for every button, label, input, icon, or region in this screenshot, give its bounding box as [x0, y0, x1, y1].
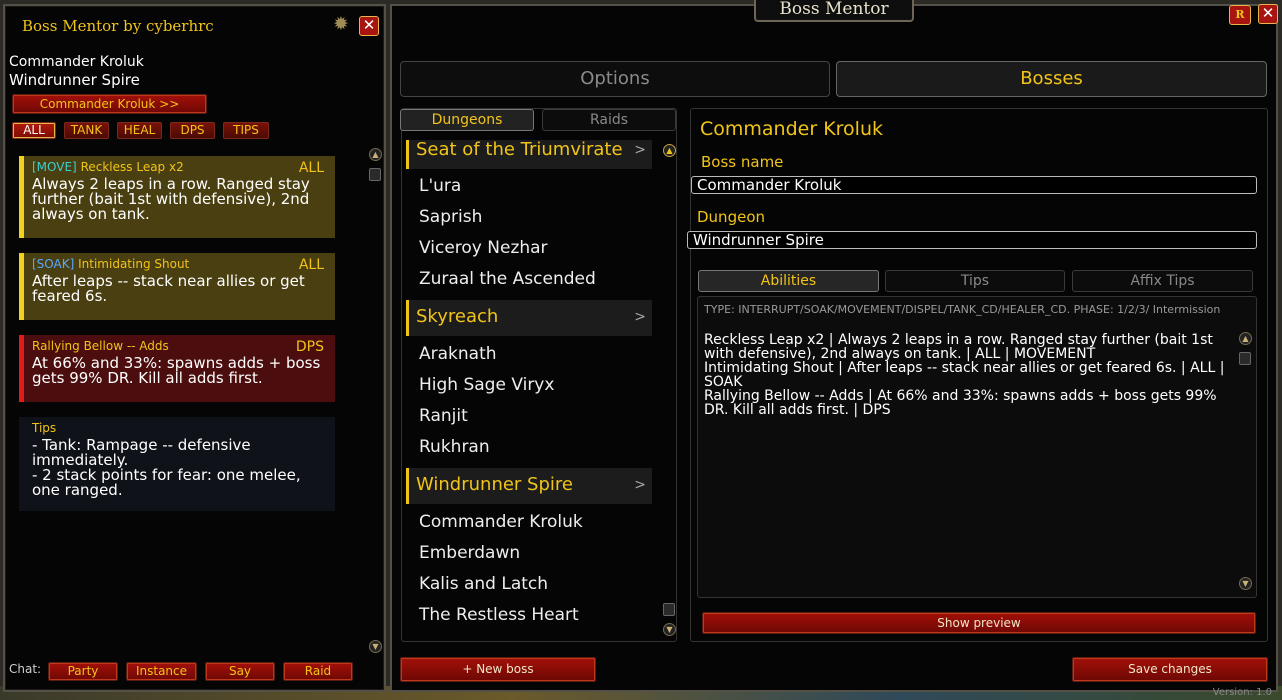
card-body: At 66% and 33%: spawns adds + boss gets … — [32, 354, 321, 387]
ability-line: Reckless Leap x2 | Always 2 leaps in a r… — [704, 332, 1213, 362]
card-audience: ALL — [298, 257, 324, 273]
scroll-up-icon[interactable]: ▲ — [1239, 332, 1252, 345]
ability-card: Rallying Bellow -- Adds DPS At 66% and 3… — [19, 335, 335, 402]
boss-list-item[interactable]: The Restless Heart — [419, 605, 579, 625]
card-name: Intimidating Shout — [78, 257, 190, 271]
group-header[interactable]: Seat of the Triumvirate > — [406, 140, 652, 169]
card-audience: DPS — [295, 339, 324, 355]
boss-name-label: Boss name — [701, 153, 784, 171]
current-boss: Commander Kroluk — [9, 54, 144, 70]
filter-tank[interactable]: TANK — [64, 122, 109, 139]
chat-party-button[interactable]: Party — [48, 662, 118, 681]
gear-icon[interactable]: ✹ — [330, 13, 352, 35]
boss-name-field[interactable]: Commander Kroluk — [691, 176, 1257, 194]
chat-label: Chat: — [9, 662, 42, 676]
chevron-right-icon: > — [634, 309, 646, 325]
version-label: Version: 1.0 — [1212, 687, 1272, 698]
boss-select-button[interactable]: Commander Kroluk >> — [12, 94, 207, 114]
dungeon-label: Dungeon — [697, 208, 765, 226]
card-body: Always 2 leaps in a row. Ranged stay fur… — [32, 175, 310, 223]
mentor-title: Boss Mentor by cyberhrc — [22, 17, 214, 35]
reload-button[interactable]: R — [1229, 5, 1251, 25]
close-mentor-button[interactable]: ✕ — [359, 16, 379, 36]
card-audience: ALL — [298, 160, 324, 176]
tips-card: Tips - Tank: Rampage -- defensive immedi… — [19, 417, 335, 511]
dungeon-field[interactable]: Windrunner Spire — [687, 231, 1257, 249]
boss-list-item[interactable]: Zuraal the Ascended — [419, 269, 596, 289]
card-tag: [MOVE] — [32, 160, 77, 174]
card-body: - Tank: Rampage -- defensive immediately… — [32, 436, 301, 499]
group-header[interactable]: Skyreach > — [406, 300, 652, 336]
tab-options[interactable]: Options — [400, 61, 830, 97]
boss-list-item[interactable]: High Sage Viryx — [419, 375, 554, 395]
tab-tips[interactable]: Tips — [885, 270, 1065, 292]
group-header[interactable]: Windrunner Spire > — [406, 468, 652, 504]
boss-list-item[interactable]: L'ura — [419, 176, 461, 196]
close-main-button[interactable]: ✕ — [1258, 4, 1278, 24]
card-name: Tips — [32, 421, 57, 435]
chat-instance-button[interactable]: Instance — [126, 662, 197, 681]
new-boss-button[interactable]: + New boss — [400, 657, 596, 682]
abilities-text[interactable]: Reckless Leap x2 | Always 2 leaps in a r… — [704, 333, 1234, 417]
card-body: After leaps -- stack near allies or get … — [32, 272, 305, 305]
tab-affix-tips[interactable]: Affix Tips — [1072, 270, 1253, 292]
filter-all[interactable]: ALL — [12, 122, 56, 139]
tab-bosses[interactable]: Bosses — [836, 61, 1267, 97]
boss-list: Seat of the Triumvirate > L'ura Saprish V… — [401, 140, 661, 640]
group-name: Skyreach — [416, 306, 499, 327]
ability-line: Rallying Bellow -- Adds | At 66% and 33%… — [704, 388, 1217, 418]
boss-list-item[interactable]: Viceroy Nezhar — [419, 238, 548, 258]
filter-dps[interactable]: DPS — [170, 122, 215, 139]
main-header: Boss Mentor — [754, 0, 914, 22]
chat-say-button[interactable]: Say — [205, 662, 275, 681]
filter-heal[interactable]: HEAL — [117, 122, 162, 139]
detail-title: Commander Kroluk — [700, 118, 883, 140]
boss-list-item[interactable]: Commander Kroluk — [419, 512, 583, 532]
scrollbar-thumb[interactable] — [369, 168, 381, 181]
scrollbar-thumb[interactable] — [663, 603, 675, 616]
card-name: Rallying Bellow -- Adds — [32, 339, 169, 353]
ability-line: Intimidating Shout | After leaps -- stac… — [704, 360, 1225, 390]
boss-list-item[interactable]: Ranjit — [419, 406, 468, 426]
current-dungeon: Windrunner Spire — [9, 71, 140, 89]
filter-tips[interactable]: TIPS — [223, 122, 269, 139]
ability-card: [SOAK] Intimidating Shout ALL After leap… — [19, 253, 335, 320]
card-name: Reckless Leap x2 — [80, 160, 184, 174]
type-phase-hint: TYPE: INTERRUPT/SOAK/MOVEMENT/DISPEL/TAN… — [704, 303, 1221, 316]
tab-dungeons[interactable]: Dungeons — [400, 109, 534, 131]
show-preview-button[interactable]: Show preview — [702, 612, 1256, 634]
scroll-down-icon[interactable]: ▼ — [663, 623, 676, 636]
scroll-up-icon[interactable]: ▲ — [663, 144, 676, 157]
group-name: Windrunner Spire — [416, 474, 573, 495]
boss-list-item[interactable]: Kalis and Latch — [419, 574, 548, 594]
ability-card: [MOVE] Reckless Leap x2 ALL Always 2 lea… — [19, 156, 335, 238]
scroll-down-icon[interactable]: ▼ — [1239, 577, 1252, 590]
chevron-right-icon: > — [634, 477, 646, 493]
scrollbar-thumb[interactable] — [1239, 352, 1251, 365]
group-name: Seat of the Triumvirate — [416, 140, 623, 160]
boss-list-item[interactable]: Rukhran — [419, 437, 490, 457]
boss-list-item[interactable]: Saprish — [419, 207, 482, 227]
scroll-down-icon[interactable]: ▼ — [369, 640, 382, 653]
boss-list-item[interactable]: Emberdawn — [419, 543, 520, 563]
tab-abilities[interactable]: Abilities — [698, 270, 879, 292]
save-changes-button[interactable]: Save changes — [1072, 657, 1268, 682]
card-tag: [SOAK] — [32, 257, 75, 271]
tab-raids[interactable]: Raids — [542, 109, 676, 131]
chat-raid-button[interactable]: Raid — [283, 662, 353, 681]
boss-list-item[interactable]: Araknath — [419, 344, 497, 364]
chevron-right-icon: > — [634, 142, 646, 158]
scroll-up-icon[interactable]: ▲ — [369, 148, 382, 161]
